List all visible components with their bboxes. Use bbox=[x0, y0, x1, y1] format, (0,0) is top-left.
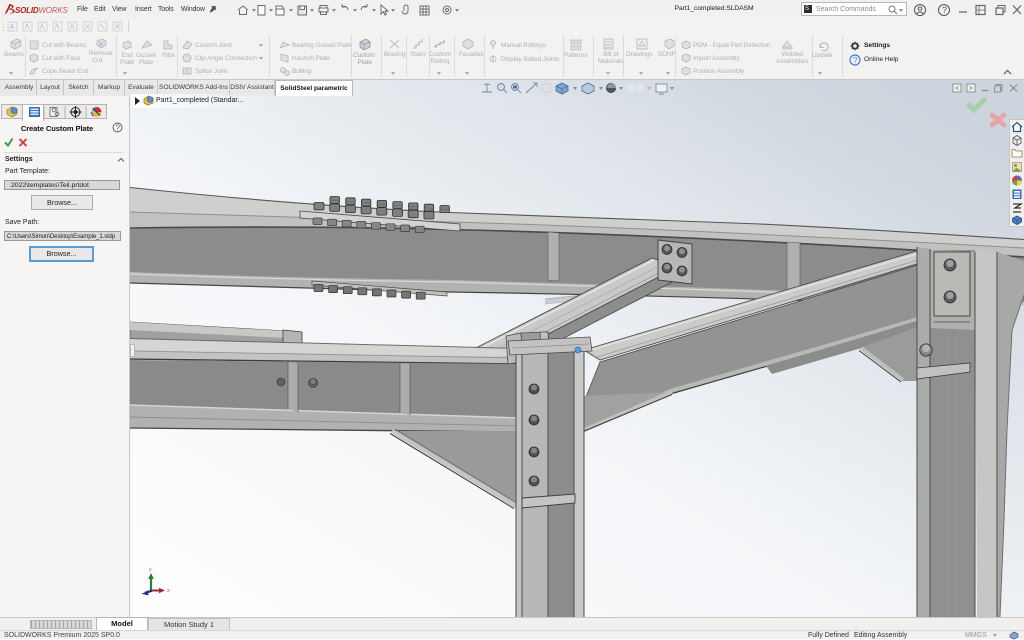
svg-text:x: x bbox=[167, 588, 170, 594]
svg-text:?: ? bbox=[853, 56, 858, 65]
svg-text:y: y bbox=[149, 567, 152, 573]
svg-text:?: ? bbox=[116, 124, 121, 133]
svg-text:?: ? bbox=[942, 5, 947, 15]
